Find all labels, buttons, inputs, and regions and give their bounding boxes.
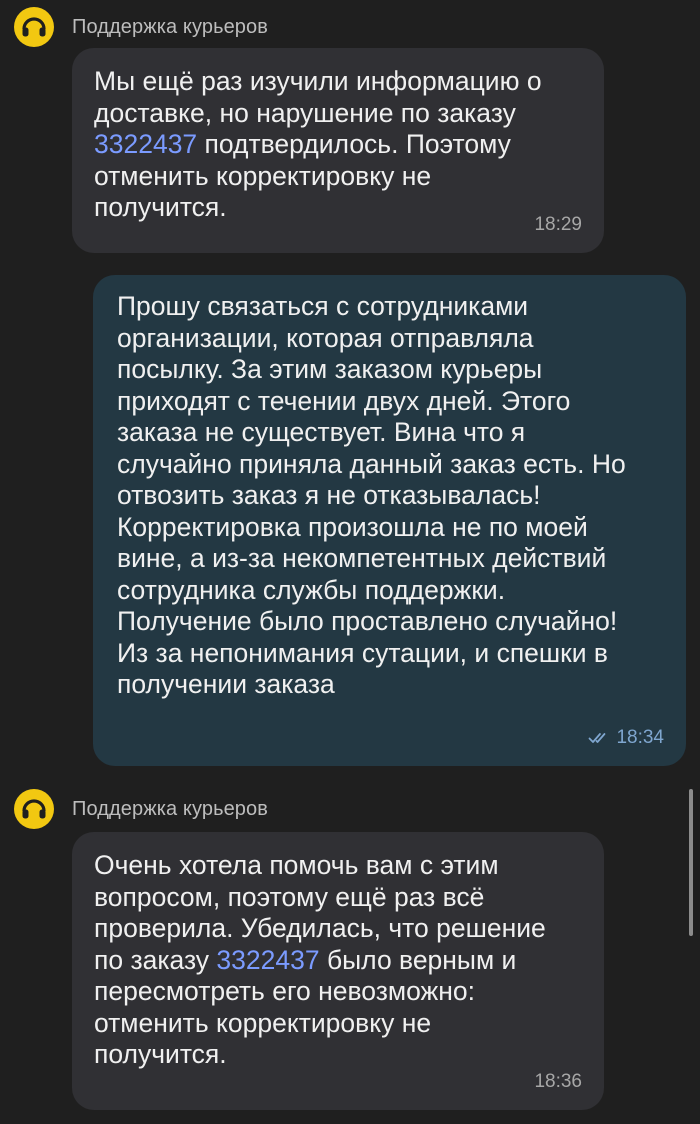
message-text: по заказу	[94, 944, 217, 975]
message-timestamp: 18:34	[616, 727, 664, 748]
message-line: Из за непонимания сутации, и спешки в	[117, 637, 609, 668]
order-number-link[interactable]: 3322437	[216, 945, 319, 975]
message-line: по заказу 3322437 было верным и	[94, 945, 580, 977]
message-line: случайно приняла данный заказ есть. Но	[117, 448, 626, 479]
courier-support-avatar-icon[interactable]	[14, 7, 54, 47]
message-line: отвозить заказ я не отказывалась!	[117, 480, 541, 510]
message-line: посылку. За этим заказом курьеры	[117, 354, 543, 384]
message-line: отменить корректировку не	[94, 160, 432, 191]
message-line: Получение было проставлено случайно!	[117, 606, 618, 636]
message-line: приходят с течении двух дней. Этого	[117, 385, 571, 416]
message-timestamp: 18:29	[534, 214, 582, 235]
message-line: заказа не существует. Вина что я	[117, 417, 526, 447]
message-line: 3322437 подтвердилось. Поэтому	[94, 129, 580, 161]
message-line: получится.	[94, 192, 227, 222]
message-line: проверила. Убедилась, что решение	[94, 913, 546, 943]
message-line: вопросом, поэтому ещё раз всё	[94, 881, 485, 912]
message-line: Очень хотела помочь вам с этим	[94, 850, 499, 880]
sender-header: Поддержка курьеров	[14, 789, 268, 829]
sender-header: Поддержка курьеров	[14, 7, 268, 47]
scrollbar[interactable]	[689, 789, 693, 936]
message-line: отменить корректировку не	[94, 1007, 432, 1038]
message-line: вине, а из-за некомпетентных действий	[117, 543, 607, 573]
message-text: подтвердилось. Поэтому	[197, 129, 511, 159]
incoming-message-bubble[interactable]: Мы ещё раз изучили информацию о доставке…	[72, 48, 604, 253]
courier-support-avatar-icon[interactable]	[14, 789, 54, 829]
message-line: пересмотреть его невозможно:	[94, 976, 476, 1006]
incoming-message-bubble[interactable]: Очень хотела помочь вам с этим вопросом,…	[72, 832, 604, 1110]
message-line: Корректировка произошла не по моей	[117, 511, 588, 542]
message-line: доставке, но нарушение по заказу	[94, 97, 516, 128]
message-timestamp: 18:36	[534, 1071, 582, 1092]
order-number-link[interactable]: 3322437	[94, 129, 197, 159]
message-line: Мы ещё раз изучили информацию о	[94, 66, 542, 96]
message-line: получении заказа	[117, 669, 335, 699]
message-timestamp-row: 18:34	[588, 728, 664, 748]
outgoing-message-bubble[interactable]: Прошу связаться с сотрудниками организац…	[93, 275, 686, 766]
double-check-icon	[589, 733, 606, 743]
message-line: сотрудника службы поддержки.	[117, 574, 506, 605]
message-text: было верным и	[319, 944, 517, 975]
sender-name: Поддержка курьеров	[72, 797, 268, 820]
message-line: получится.	[94, 1039, 227, 1069]
message-line: организации, которая отправляла	[117, 322, 534, 353]
sender-name: Поддержка курьеров	[72, 15, 268, 38]
message-line: Прошу связаться с сотрудниками	[117, 291, 529, 321]
